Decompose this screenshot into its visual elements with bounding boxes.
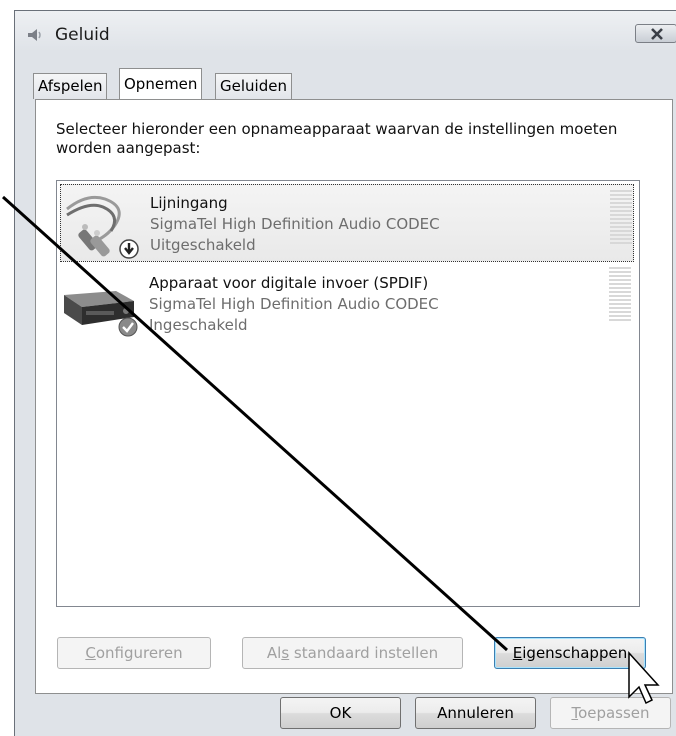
disabled-arrow-badge-icon — [119, 239, 139, 259]
tab-afspelen[interactable]: Afspelen — [33, 73, 108, 99]
instruction-text: Selecteer hieronder een opnameapparaat w… — [56, 120, 618, 157]
close-icon — [651, 28, 663, 40]
apply-button[interactable]: Toepassen — [550, 697, 671, 729]
level-meter — [610, 190, 632, 247]
access-key: C — [85, 644, 96, 662]
enabled-check-badge-icon — [118, 317, 138, 337]
tab-label: Geluiden — [220, 77, 287, 95]
title-bar[interactable]: Geluid — [15, 11, 676, 55]
recording-device-list[interactable]: Lijningang SigmaTel High Definition Audi… — [56, 180, 640, 607]
device-status: Ingeschakeld — [149, 316, 248, 334]
tab-opnemen[interactable]: Opnemen — [119, 68, 203, 99]
properties-button[interactable]: Eigenschappen — [494, 637, 646, 669]
window-title: Geluid — [55, 25, 110, 45]
device-driver: SigmaTel High Definition Audio CODEC — [149, 295, 439, 313]
speaker-icon — [28, 29, 41, 41]
device-item-spdif[interactable]: Apparaat voor digitale invoer (SPDIF) Si… — [60, 265, 634, 343]
device-status: Uitgeschakeld — [150, 236, 256, 254]
set-default-button[interactable]: Als standaard instellen — [242, 637, 463, 669]
device-name: Apparaat voor digitale invoer (SPDIF) — [149, 274, 429, 292]
ok-button[interactable]: OK — [280, 697, 401, 729]
tab-label: Opnemen — [124, 75, 198, 93]
cancel-button[interactable]: Annuleren — [415, 697, 536, 729]
access-key: E — [512, 644, 523, 662]
tab-label: Afspelen — [38, 77, 103, 95]
device-item-line-in[interactable]: Lijningang SigmaTel High Definition Audi… — [60, 184, 634, 262]
access-key: s — [281, 644, 290, 662]
device-name: Lijningang — [150, 194, 228, 212]
configure-button[interactable]: Configureren — [57, 637, 211, 669]
level-meter — [609, 267, 631, 324]
device-driver: SigmaTel High Definition Audio CODEC — [150, 215, 440, 233]
tab-geluiden[interactable]: Geluiden — [215, 73, 292, 99]
sound-dialog: Geluid Afspelen Opnemen Geluiden Selecte… — [14, 10, 676, 736]
recording-tab-panel: Selecteer hieronder een opnameapparaat w… — [35, 99, 673, 694]
close-button[interactable] — [635, 24, 676, 43]
